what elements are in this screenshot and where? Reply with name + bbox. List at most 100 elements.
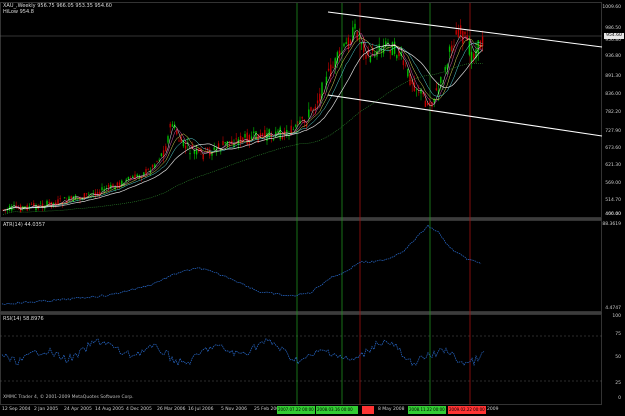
candle-body bbox=[457, 29, 460, 38]
candle-body bbox=[44, 207, 46, 209]
time-axis-label: 14 Aug 2005 bbox=[95, 407, 124, 412]
candle-body bbox=[253, 131, 255, 134]
candle-body bbox=[85, 193, 88, 195]
candle-body bbox=[59, 198, 61, 200]
candle-body bbox=[246, 132, 248, 145]
time-axis-label: 16 Jul 2006 bbox=[188, 407, 214, 412]
candle-body bbox=[314, 106, 317, 110]
candle-body bbox=[358, 34, 361, 37]
candle-body bbox=[48, 201, 50, 204]
candle-body bbox=[57, 199, 59, 205]
price-axis-label: 406.00 bbox=[605, 212, 621, 217]
candle-body bbox=[327, 68, 330, 71]
candle-body bbox=[319, 93, 321, 102]
time-marker-box bbox=[362, 406, 374, 414]
time-marker-box: 2007.07.22 00:00 bbox=[277, 406, 315, 414]
candle-body bbox=[151, 164, 154, 168]
candle-body bbox=[453, 45, 455, 47]
time-axis-label: 8 May 2008 bbox=[378, 407, 405, 412]
candle-body bbox=[435, 88, 438, 91]
candle-body bbox=[444, 66, 446, 71]
candle-body bbox=[440, 77, 442, 83]
candle-body bbox=[338, 50, 341, 54]
candle-body bbox=[96, 192, 99, 194]
candle-body bbox=[316, 100, 319, 104]
candle-body bbox=[213, 147, 215, 150]
candle-body bbox=[272, 139, 275, 141]
candle-body bbox=[310, 107, 312, 111]
candle-body bbox=[464, 31, 466, 35]
time-axis-label: 5 Nov 2006 bbox=[221, 407, 247, 412]
candle-body bbox=[24, 206, 26, 207]
candle-body bbox=[424, 100, 427, 108]
time-marker-box: 2008.03.16 00:00 bbox=[316, 406, 358, 414]
candle-body bbox=[261, 133, 264, 136]
candle-body bbox=[455, 30, 457, 35]
candle-body bbox=[39, 203, 42, 205]
candle-body bbox=[459, 25, 462, 35]
candle-body bbox=[169, 123, 171, 128]
price-axis-label: 673.60 bbox=[605, 146, 621, 151]
price-axis-label: 621.30 bbox=[605, 163, 621, 168]
candle-body bbox=[343, 43, 345, 47]
price-axis-label: 986.50 bbox=[605, 26, 621, 31]
candle-body bbox=[479, 40, 482, 49]
candle-body bbox=[30, 203, 33, 205]
candle-body bbox=[52, 202, 55, 204]
candle-body bbox=[404, 65, 407, 66]
candle-body bbox=[88, 194, 90, 195]
candle-body bbox=[167, 136, 169, 143]
rsi-axis-label: 50 bbox=[615, 355, 621, 360]
candle-body bbox=[156, 161, 158, 162]
candle-body bbox=[281, 137, 284, 139]
candle-body bbox=[264, 130, 266, 137]
candle-body bbox=[250, 136, 253, 140]
candle-body bbox=[171, 124, 174, 127]
candle-body bbox=[481, 36, 484, 47]
candle-body bbox=[116, 182, 119, 187]
candle-body bbox=[158, 159, 160, 161]
candle-body bbox=[301, 116, 303, 119]
candle-body bbox=[345, 42, 347, 45]
time-axis-label: 12 Sep 2004 bbox=[2, 407, 31, 412]
candle-body bbox=[354, 23, 356, 29]
candle-body bbox=[235, 138, 237, 140]
candle-body bbox=[409, 73, 411, 85]
price-axis-label: 514.70 bbox=[605, 198, 621, 203]
rsi-label: RSI(14) 58.8976 bbox=[3, 316, 44, 322]
candle-body bbox=[470, 51, 473, 62]
chart-canvas[interactable] bbox=[0, 0, 625, 416]
candle-body bbox=[127, 176, 130, 180]
candle-body bbox=[396, 55, 398, 59]
candle-body bbox=[294, 125, 297, 127]
price-axis-label: 1009.60 bbox=[602, 5, 621, 10]
candle-body bbox=[248, 135, 251, 144]
candle-body bbox=[407, 68, 409, 77]
price-axis-label: 727.90 bbox=[605, 129, 621, 134]
candle-body bbox=[136, 174, 138, 177]
chart-indicator-info: HiLow 954.8 bbox=[3, 9, 34, 15]
candle-body bbox=[19, 205, 22, 212]
candle-body bbox=[374, 56, 376, 57]
candle-body bbox=[244, 134, 246, 138]
rsi-axis-label: 100 bbox=[612, 314, 621, 319]
atr-label: ATR(14) 44.0357 bbox=[3, 222, 46, 228]
candle-body bbox=[402, 60, 405, 66]
candle-body bbox=[176, 130, 178, 135]
rsi-axis-label: 25 bbox=[615, 381, 621, 386]
candle-body bbox=[292, 129, 295, 130]
time-axis-label: 2 Jan 2005 bbox=[34, 407, 59, 412]
candle-body bbox=[46, 200, 48, 206]
candle-body bbox=[418, 92, 420, 93]
copyright-text: XMMC Trader 4, © 2001-2009 MetaQuotes So… bbox=[3, 395, 134, 400]
candle-body bbox=[101, 187, 103, 191]
candle-body bbox=[202, 154, 204, 160]
candle-body bbox=[468, 41, 471, 55]
price-axis-label: 936.80 bbox=[605, 54, 621, 59]
candle-body bbox=[145, 169, 147, 174]
candle-body bbox=[451, 45, 453, 51]
time-axis-label: 4 Dec 2005 bbox=[126, 407, 152, 412]
candle-body bbox=[224, 141, 226, 144]
candle-body bbox=[308, 109, 310, 118]
candle-body bbox=[193, 150, 196, 154]
